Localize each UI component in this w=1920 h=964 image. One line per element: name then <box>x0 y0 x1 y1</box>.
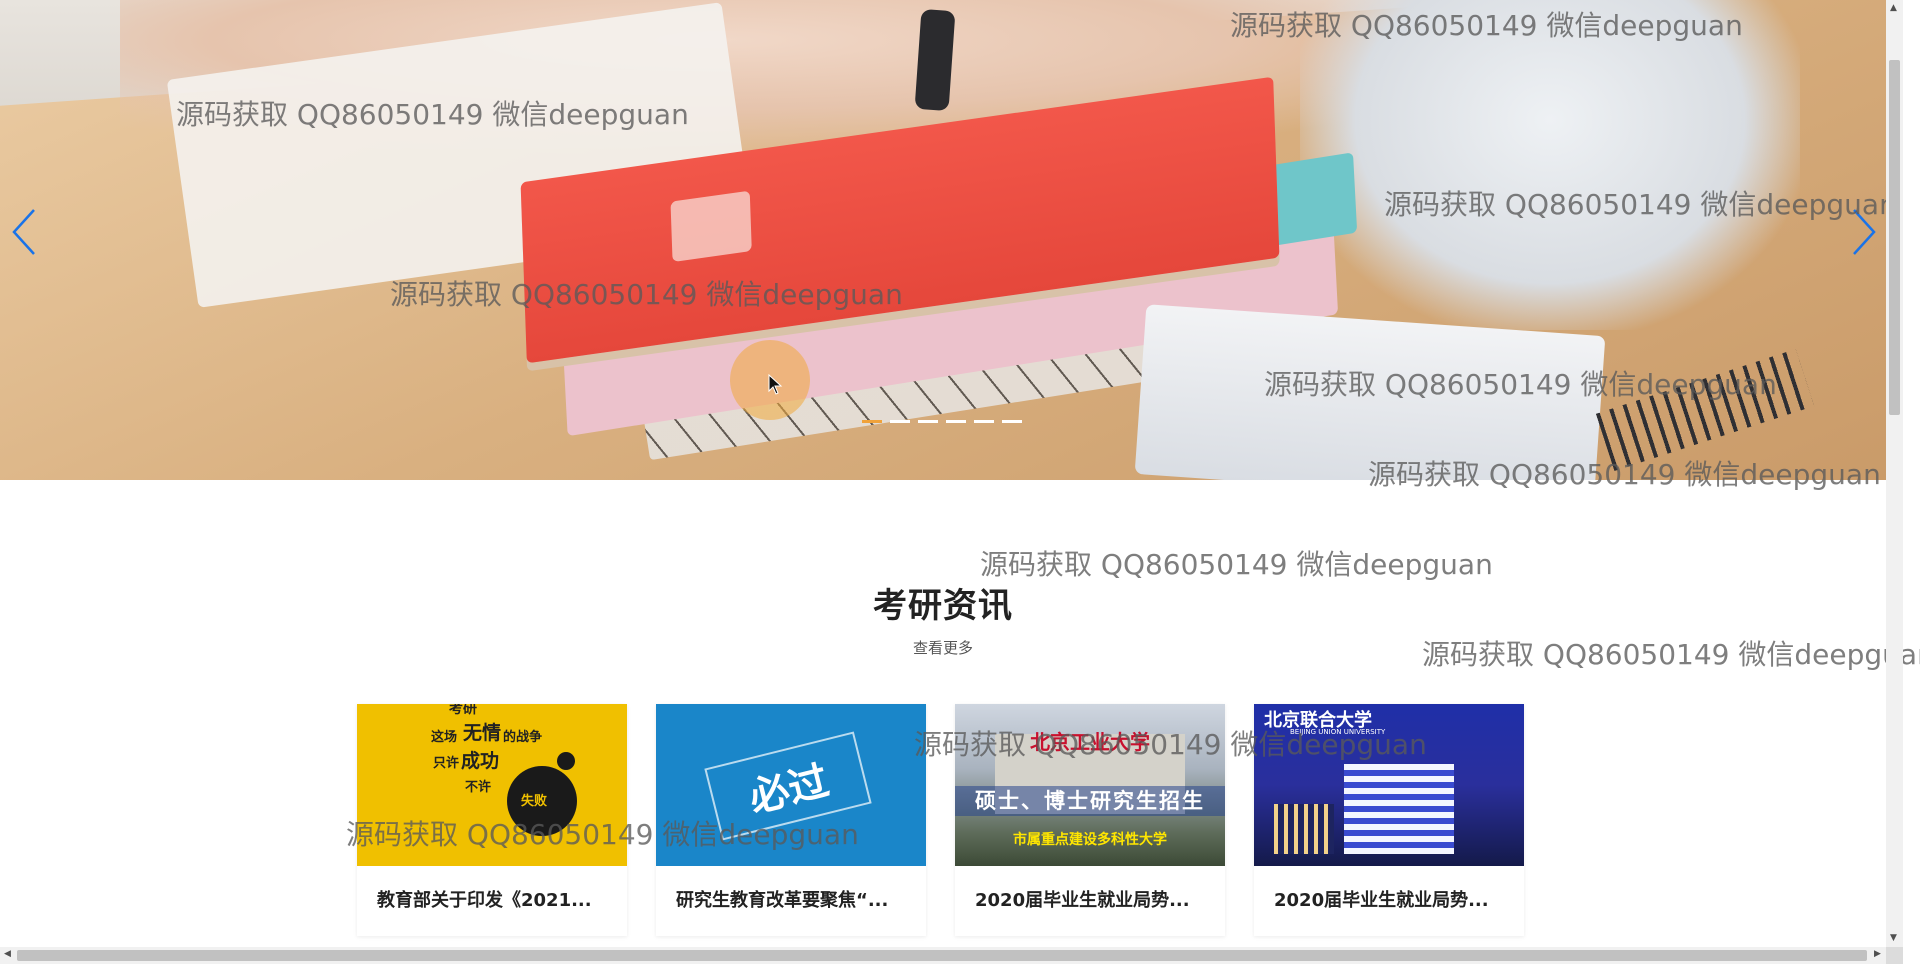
news-card-thumbnail: 北京工业大学 硕士、博士研究生招生 市属重点建设多科性大学 <box>955 704 1225 866</box>
thumb-text: 成功 <box>461 750 500 772</box>
news-card[interactable]: 必过 研究生教育改革要聚焦“... <box>656 704 926 936</box>
thumb-text: BEIJING UNION UNIVERSITY <box>1290 728 1386 736</box>
thumb-text: 北京工业大学 <box>1030 730 1150 754</box>
thumb-text: 只许 <box>433 756 460 771</box>
building-image <box>1344 764 1454 854</box>
watermark: 源码获取 QQ86050149 微信deepguan <box>980 548 1493 581</box>
carousel-indicator[interactable] <box>862 420 882 423</box>
news-card-caption: 教育部关于印发《2021... <box>377 890 592 911</box>
hero-image-watch <box>914 8 956 112</box>
carousel-indicator[interactable] <box>946 420 966 423</box>
carousel-indicator[interactable] <box>918 420 938 423</box>
section-title: 考研资讯 <box>873 586 1013 626</box>
hero-carousel[interactable] <box>0 0 1886 480</box>
thumb-stamp: 必过 <box>704 731 872 841</box>
thumb-text: 这场 <box>431 730 458 745</box>
news-card-thumbnail: 北京联合大学 BEIJING UNION UNIVERSITY <box>1254 704 1524 866</box>
thumb-text: 不许 <box>465 780 492 795</box>
scroll-up-icon[interactable]: ▲ <box>1890 3 1897 13</box>
scroll-down-icon[interactable]: ▼ <box>1890 933 1897 943</box>
news-card[interactable]: 考研 这场 无情 的战争 只许 成功 不许 失败 教育部关于印发《2021... <box>357 704 627 936</box>
thumb-text: 无情 <box>463 722 502 744</box>
carousel-indicators <box>862 420 1022 423</box>
carousel-prev-button[interactable] <box>6 205 42 259</box>
mouse-cursor-icon <box>768 374 783 395</box>
scroll-left-icon[interactable]: ◀ <box>4 949 11 959</box>
vertical-scroll-thumb[interactable] <box>1889 60 1900 415</box>
carousel-indicator[interactable] <box>1002 420 1022 423</box>
thumb-text: 市属重点建设多科性大学 <box>1013 832 1167 848</box>
scroll-right-icon[interactable]: ▶ <box>1874 949 1881 959</box>
chevron-left-icon <box>12 209 35 255</box>
news-card-list: 考研 这场 无情 的战争 只许 成功 不许 失败 教育部关于印发《2021...… <box>357 704 1524 936</box>
view-more-link[interactable]: 查看更多 <box>0 637 1886 658</box>
vertical-scrollbar[interactable]: ▲ ▼ <box>1886 0 1903 947</box>
hero-image-shirt <box>1300 0 1800 330</box>
thumb-text: 硕士、博士研究生招生 <box>955 786 1225 816</box>
news-card-caption: 2020届毕业生就业局势... <box>1274 890 1489 911</box>
news-card[interactable]: 北京联合大学 BEIJING UNION UNIVERSITY 2020届毕业生… <box>1254 704 1524 936</box>
chevron-right-icon <box>1853 209 1876 255</box>
horizontal-scrollbar[interactable]: ◀ ▶ <box>0 947 1886 964</box>
ink-splat-icon <box>557 752 575 770</box>
thumb-text: 的战争 <box>503 730 543 745</box>
carousel-next-button[interactable] <box>1846 205 1882 259</box>
news-card-caption: 研究生教育改革要聚焦“... <box>676 890 889 911</box>
news-card-thumbnail: 考研 这场 无情 的战争 只许 成功 不许 失败 <box>357 704 627 866</box>
scrollbar-corner <box>1886 947 1903 964</box>
thumb-text: 失败 <box>521 794 548 809</box>
carousel-indicator[interactable] <box>890 420 910 423</box>
carousel-indicator[interactable] <box>974 420 994 423</box>
thumb-text: 考研 <box>449 704 477 717</box>
book-logo-icon <box>670 190 752 263</box>
horizontal-scroll-thumb[interactable] <box>17 950 1867 961</box>
building-image <box>1274 804 1334 854</box>
news-card-caption: 2020届毕业生就业局势... <box>975 890 1190 911</box>
news-card[interactable]: 北京工业大学 硕士、博士研究生招生 市属重点建设多科性大学 2020届毕业生就业… <box>955 704 1225 936</box>
news-card-thumbnail: 必过 <box>656 704 926 866</box>
hero-image-notebook <box>1134 304 1606 480</box>
